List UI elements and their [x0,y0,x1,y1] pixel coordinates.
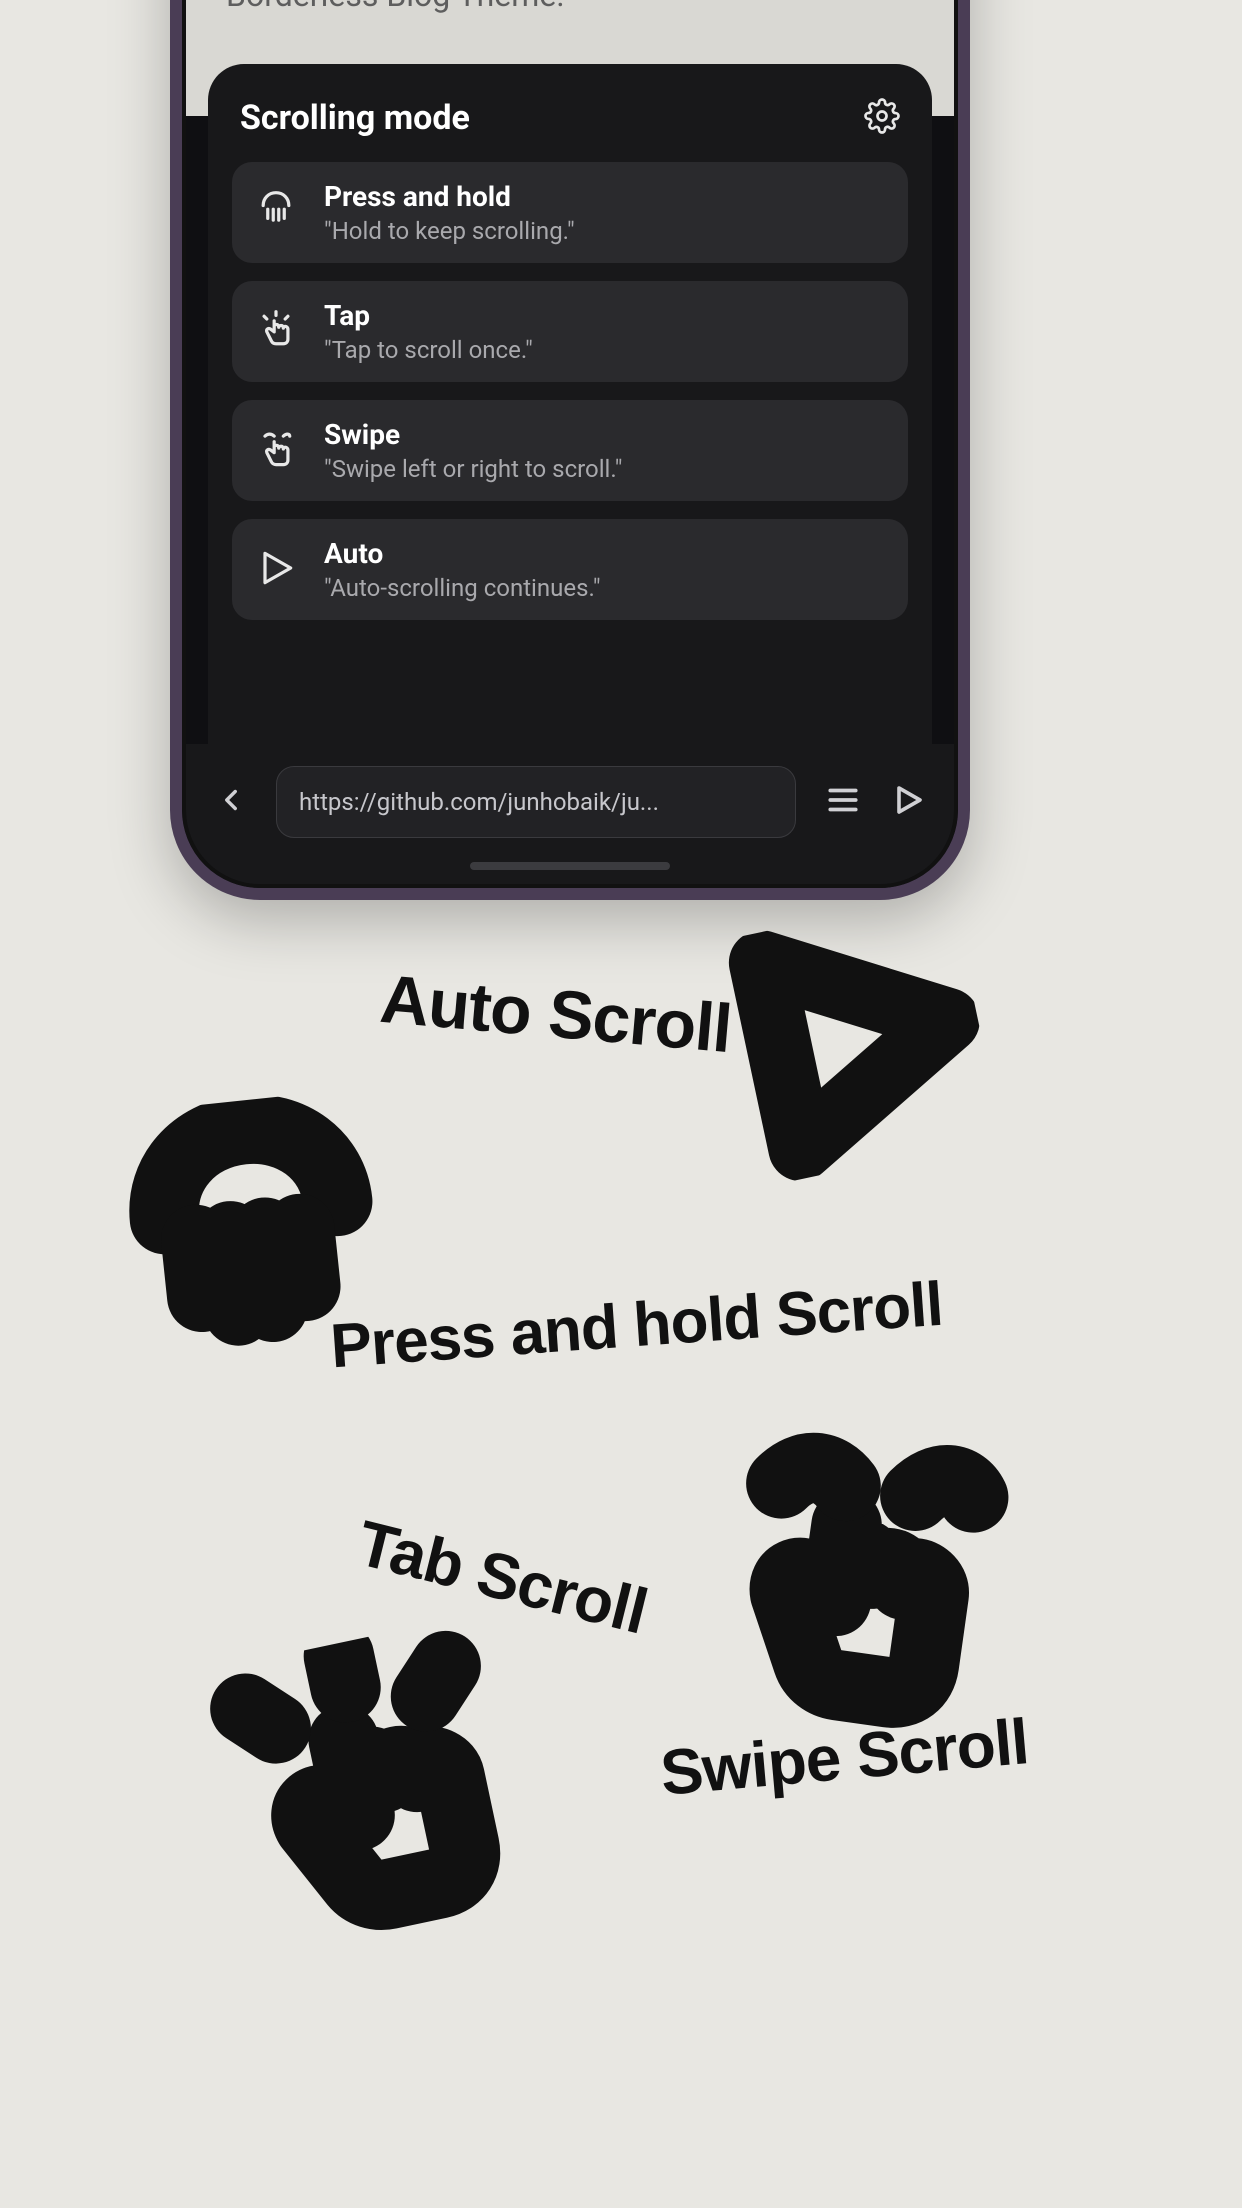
press-and-hold-icon [95,1086,414,1410]
tap-icon [254,308,298,356]
background-page-text: Borderless Blog Theme. [226,0,565,14]
home-indicator[interactable] [470,862,670,870]
option-texts: Press and hold "Hold to keep scrolling." [324,180,575,245]
annotation-auto-scroll: Auto Scroll [377,960,734,1068]
play-button[interactable] [890,782,926,822]
play-icon [706,892,1004,1193]
sheet-title: Scrolling mode [240,98,470,138]
play-icon [254,546,298,594]
swipe-icon [254,427,298,475]
option-desc: "Swipe left or right to scroll." [324,455,622,483]
menu-button[interactable] [824,781,862,823]
option-title: Swipe [324,418,622,451]
sheet-header: Scrolling mode [232,92,908,162]
phone-frame: Borderless Blog Theme. Scrolling mode [170,0,970,900]
back-button[interactable] [214,783,248,821]
phone-screen: Borderless Blog Theme. Scrolling mode [182,0,958,888]
option-texts: Auto "Auto-scrolling continues." [324,537,601,602]
annotation-tab-scroll: Tab Scroll [350,1505,654,1648]
option-title: Press and hold [324,180,575,213]
option-desc: "Auto-scrolling continues." [324,574,601,602]
url-text: https://github.com/junhobaik/ju... [299,788,659,816]
option-title: Tap [324,299,533,332]
option-swipe[interactable]: Swipe "Swipe left or right to scroll." [232,400,908,501]
option-texts: Tap "Tap to scroll once." [324,299,533,364]
option-press-and-hold[interactable]: Press and hold "Hold to keep scrolling." [232,162,908,263]
option-texts: Swipe "Swipe left or right to scroll." [324,418,622,483]
swipe-icon [669,1409,1031,1775]
url-bar[interactable]: https://github.com/junhobaik/ju... [276,766,796,838]
option-desc: "Hold to keep scrolling." [324,217,575,245]
tap-icon [180,1610,561,1994]
option-title: Auto [324,537,601,570]
option-desc: "Tap to scroll once." [324,336,533,364]
option-auto[interactable]: Auto "Auto-scrolling continues." [232,519,908,620]
press-and-hold-icon [254,189,298,237]
option-tap[interactable]: Tap "Tap to scroll once." [232,281,908,382]
annotation-press-hold-scroll: Press and hold Scroll [328,1269,944,1383]
gear-icon[interactable] [864,98,900,138]
